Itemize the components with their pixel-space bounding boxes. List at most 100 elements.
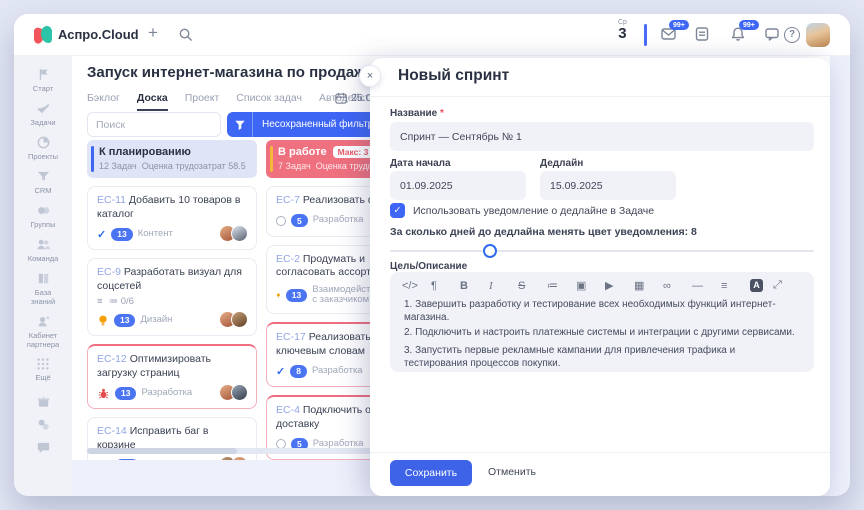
- rich-text-editor[interactable]: </> ¶ B I S ≔ ▣ ▶ ▦ ∞ — ≡ A ⤢ 1. Заверши…: [390, 272, 814, 372]
- text-color-icon[interactable]: A: [750, 279, 763, 292]
- tab-board[interactable]: Доска: [137, 92, 168, 111]
- code-icon[interactable]: </>: [402, 280, 431, 292]
- points-badge: 13: [286, 289, 307, 302]
- task-card[interactable]: EC-9 Разработать визуал для соцсетей ≡ ≔…: [87, 258, 257, 336]
- fullscreen-icon[interactable]: ⤢: [773, 279, 802, 292]
- scrollbar-thumb[interactable]: [87, 448, 237, 454]
- table-icon[interactable]: ▦: [634, 279, 663, 292]
- sidebar-item-integrations[interactable]: [15, 417, 71, 432]
- task-id: EC-12: [97, 353, 127, 365]
- sidebar-item-tasks[interactable]: Задачи: [15, 101, 71, 127]
- strikethrough-icon[interactable]: S: [518, 280, 547, 292]
- idea-bulb-icon: [276, 289, 281, 302]
- start-date-input[interactable]: [390, 171, 526, 200]
- tab-backlog[interactable]: Бэклог: [87, 92, 120, 111]
- save-button[interactable]: Сохранить: [390, 460, 472, 486]
- italic-icon[interactable]: I: [489, 280, 518, 292]
- start-icon: [36, 67, 51, 82]
- required-mark: *: [440, 108, 444, 119]
- task-id: EC-9: [97, 266, 121, 278]
- status-done-icon: ✓: [97, 228, 106, 241]
- create-button[interactable]: +: [148, 23, 158, 43]
- drawer-title: Новый спринт: [398, 67, 509, 85]
- video-icon[interactable]: ▶: [605, 279, 634, 292]
- task-card[interactable]: EC-11 Добавить 10 товаров в каталог ✓ 13…: [87, 186, 257, 250]
- slider-handle[interactable]: [483, 244, 497, 258]
- points-badge: 5: [291, 214, 308, 227]
- inbox-button[interactable]: 99+: [660, 26, 680, 44]
- sidebar-label: Старт: [33, 84, 53, 93]
- sidebar-item-crm[interactable]: CRM: [15, 169, 71, 195]
- image-icon[interactable]: ▣: [576, 279, 605, 292]
- start-date-label: Дата начала: [390, 158, 451, 169]
- filter-button[interactable]: [227, 112, 253, 137]
- sidebar-item-feedback[interactable]: [15, 440, 71, 455]
- inbox-badge: 99+: [669, 20, 689, 30]
- user-avatar[interactable]: [806, 23, 830, 47]
- screen: Аспро.Cloud + Ср 3 99+ 99+ ? Старт: [0, 0, 864, 510]
- points-badge: 1.5: [115, 459, 139, 461]
- list-icon[interactable]: ≔: [547, 279, 576, 292]
- task-id: EC-11: [97, 194, 126, 206]
- sidebar-label: Команда: [28, 254, 59, 263]
- deadline-input[interactable]: [540, 171, 676, 200]
- sidebar-item-projects[interactable]: Проекты: [15, 135, 71, 161]
- notifications-badge: 99+: [739, 20, 759, 30]
- search-input[interactable]: [87, 112, 221, 137]
- status-done-icon: ✓: [276, 365, 285, 378]
- sidebar-item-start[interactable]: Старт: [15, 67, 71, 93]
- tab-task-list[interactable]: Список задач: [236, 92, 302, 111]
- notifications-button[interactable]: 99+: [730, 26, 750, 44]
- notes-button[interactable]: [694, 26, 714, 44]
- assignee-avatars: [219, 456, 248, 460]
- sidebar-label: CRM: [34, 186, 51, 195]
- editor-content[interactable]: 1. Завершить разработку и тестирование в…: [390, 294, 814, 372]
- avatar: [231, 225, 248, 242]
- sidebar-item-more[interactable]: Ещё: [15, 357, 71, 382]
- link-icon[interactable]: ∞: [663, 280, 692, 292]
- integrations-icon: [36, 417, 51, 432]
- search-icon[interactable]: [178, 27, 193, 42]
- column-task-count: 12 Задач: [99, 161, 137, 171]
- sidebar-label: Задачи: [30, 118, 55, 127]
- sidebar-item-groups[interactable]: Группы: [15, 203, 71, 229]
- help-button[interactable]: ?: [784, 27, 804, 45]
- paragraph-icon[interactable]: ¶: [431, 280, 460, 292]
- avatar: [231, 456, 248, 460]
- goal-item: 2. Подключить и настроить платежные сист…: [404, 326, 800, 339]
- cancel-button[interactable]: Отменить: [488, 466, 536, 478]
- sprint-name-input[interactable]: [390, 122, 814, 151]
- sidebar-item-knowledge-base[interactable]: База знаний: [15, 271, 71, 306]
- column-planning: К планированию 12 Задач Оценка трудозатр…: [87, 140, 257, 460]
- bold-icon[interactable]: B: [460, 280, 489, 292]
- sidebar-item-partner-cabinet[interactable]: Кабинет партнера: [15, 314, 71, 349]
- crm-funnel-icon: [36, 169, 51, 184]
- left-sidebar: Старт Задачи Проекты CRM Группы Команда …: [14, 56, 72, 496]
- partner-icon: [36, 314, 51, 329]
- calendar-date-widget[interactable]: Ср 3: [618, 19, 627, 41]
- close-icon[interactable]: ×: [359, 65, 381, 87]
- sidebar-item-team[interactable]: Команда: [15, 237, 71, 263]
- goal-item: 3. Запустить первые рекламные кампании д…: [404, 344, 800, 370]
- column-header[interactable]: К планированию 12 Задач Оценка трудозатр…: [87, 140, 257, 178]
- task-id: EC-2: [276, 253, 300, 265]
- sidebar-item-gift[interactable]: [15, 394, 71, 409]
- app-logo-icon[interactable]: [34, 26, 52, 44]
- assignee-avatars: [219, 225, 248, 242]
- days-slider[interactable]: [390, 250, 814, 252]
- day-number: 3: [618, 26, 627, 41]
- sidebar-label: Ещё: [35, 373, 50, 382]
- deadline-label: Дедлайн: [540, 158, 583, 169]
- task-tag: Разработка: [313, 215, 364, 226]
- align-icon[interactable]: ≡: [721, 280, 750, 292]
- checkbox-checked[interactable]: ✓: [390, 203, 405, 218]
- column-name: В работе: [278, 146, 327, 158]
- tab-project[interactable]: Проект: [185, 92, 220, 111]
- chat-button[interactable]: [764, 26, 784, 44]
- projects-icon: [36, 135, 51, 150]
- description-label: Цель/Описание: [390, 261, 467, 272]
- task-card-overdue[interactable]: EC-12 Оптимизировать загрузку страниц 13…: [87, 344, 257, 409]
- points-badge: 8: [290, 365, 307, 378]
- horizontal-rule-icon[interactable]: —: [692, 280, 721, 292]
- filter-label: Несохраненный фильтр: [262, 119, 373, 130]
